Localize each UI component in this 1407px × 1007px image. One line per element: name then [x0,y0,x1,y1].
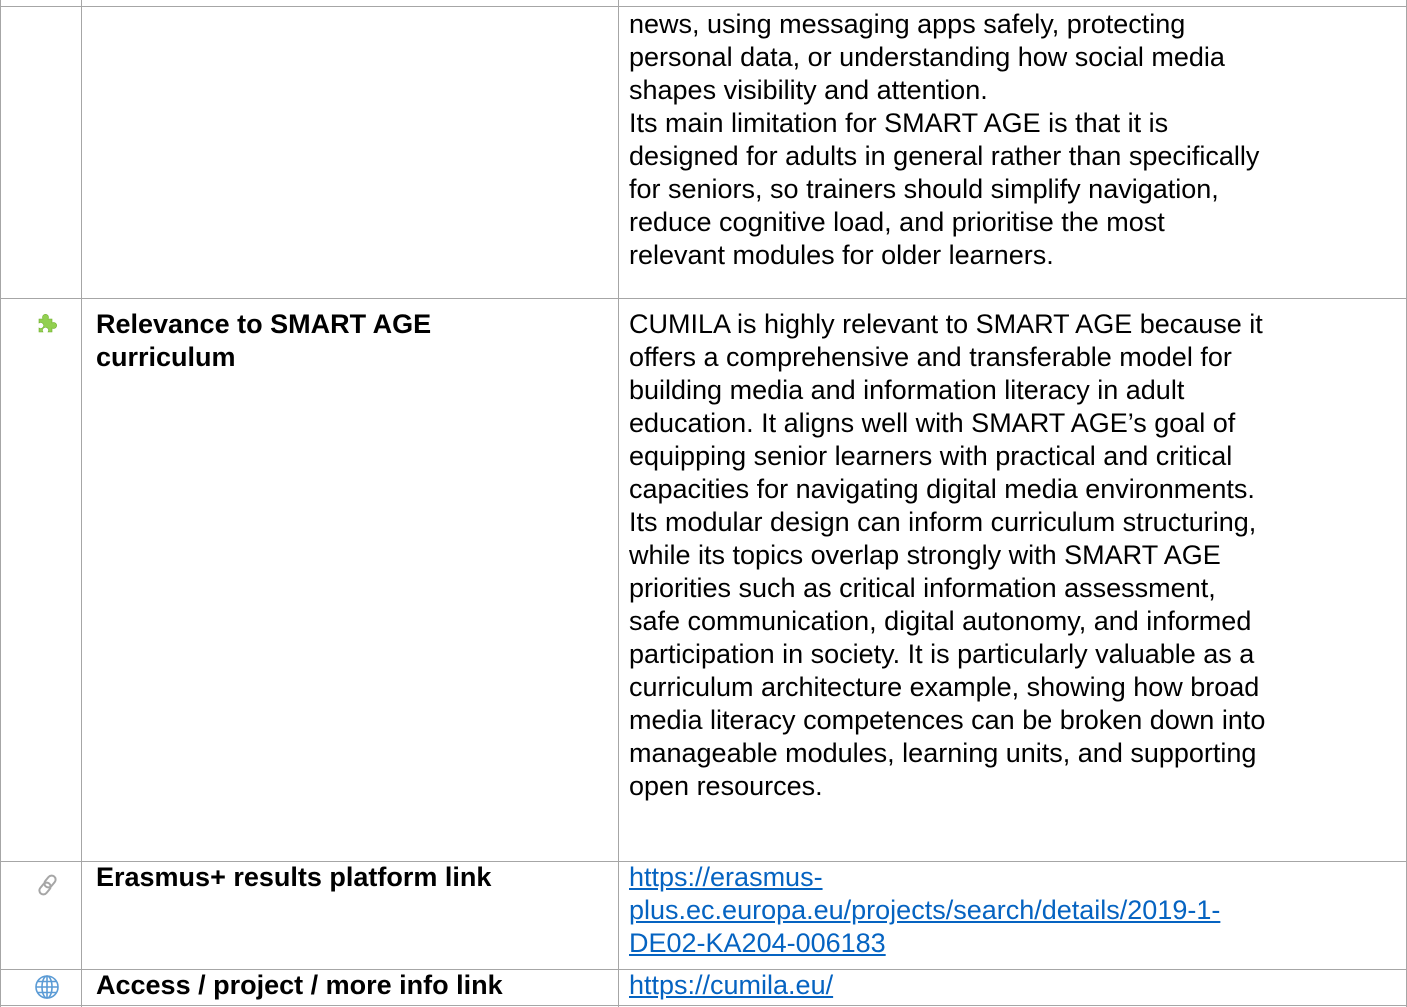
puzzle-icon [38,314,57,333]
text-line: Its main limitation for SMART AGE is tha… [629,108,1169,138]
text-line: priorities such as critical information … [629,573,1216,603]
text-line: curriculum architecture example, showing… [629,672,1260,702]
text-line: equipping senior learners with practical… [629,441,1233,471]
text-line: CUMILA is highly relevant to SMART AGE b… [629,309,1263,339]
link-line[interactable]: DE02-KA204-006183 [629,928,886,958]
text-line: designed for adults in general rather th… [629,141,1260,171]
text-line: for seniors, so trainers should simplify… [629,174,1219,204]
table-border-top [0,6,1407,7]
text-line: media literacy competences can be broken… [629,705,1266,735]
text-line: manageable modules, learning units, and … [629,738,1257,768]
text-line: reduce cognitive load, and prioritise th… [629,207,1165,237]
row-relevance-content: CUMILA is highly relevant to SMART AGE b… [629,308,1399,803]
row-continuation-content: news, using messaging apps safely, prote… [629,8,1399,272]
text-line: safe communication, digital autonomy, an… [629,606,1252,636]
text-line: shapes visibility and attention. [629,75,988,105]
text-line: relevant modules for older learners. [629,240,1054,270]
text-line: Its modular design can inform curriculum… [629,507,1257,537]
text-line: education. It aligns well with SMART AGE… [629,408,1236,438]
link-line[interactable]: https://erasmus- [629,862,823,892]
text-line: offers a comprehensive and transferable … [629,342,1232,372]
text-line: personal data, or understanding how soci… [629,42,1225,72]
row-label-access-link: Access / project / more info link [96,969,596,1002]
label-line: Relevance to SMART AGE [96,309,432,339]
label-line: Access / project / more info link [96,970,503,1000]
cumila-link[interactable]: https://cumila.eu/ [629,969,1399,1002]
row-label-relevance: Relevance to SMART AGE curriculum [96,308,596,374]
table-column-divider-1 [81,0,82,1007]
row-label-erasmus-link: Erasmus+ results platform link [96,861,596,894]
link-line[interactable]: plus.ec.europa.eu/projects/search/detail… [629,895,1220,925]
text-line: open resources. [629,771,823,801]
table-border-bottom [0,1005,1407,1006]
table-column-divider-2 [618,0,619,1007]
erasmus-link[interactable]: https://erasmus- plus.ec.europa.eu/proje… [629,861,1399,960]
globe-icon [35,975,59,999]
text-line: building media and information literacy … [629,375,1185,405]
text-line: news, using messaging apps safely, prote… [629,9,1186,39]
label-line: curriculum [96,342,236,372]
link-line[interactable]: https://cumila.eu/ [629,970,833,1000]
text-line: while its topics overlap strongly with S… [629,540,1221,570]
row-divider-1 [0,298,1407,299]
text-line: participation in society. It is particul… [629,639,1255,669]
label-line: Erasmus+ results platform link [96,862,492,892]
table-border-left [0,0,1,1007]
link-icon [38,874,57,896]
text-line: capacities for navigating digital media … [629,474,1255,504]
